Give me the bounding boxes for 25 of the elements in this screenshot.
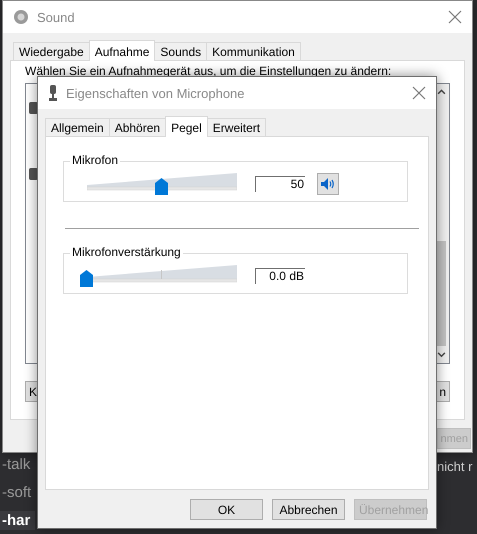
instruction-text: Wählen Sie ein Aufnahmegerät aus, um die Einstellungen zu ändern: (25, 64, 392, 78)
group-label: Mikrofonverstärkung (70, 245, 183, 259)
close-icon[interactable] (412, 86, 426, 100)
mute-button[interactable] (317, 172, 339, 194)
tab[interactable]: Kommunikation (206, 42, 301, 60)
tab[interactable]: Pegel (165, 116, 208, 137)
tab[interactable]: Allgemein (45, 118, 110, 136)
tab[interactable]: Wiedergabe (13, 42, 90, 60)
slider-thumb[interactable] (80, 270, 93, 286)
tab[interactable]: Aufnahme (88, 40, 156, 61)
dialog-title: Eigenschaften von Microphone (66, 86, 246, 100)
level-field[interactable]: 50 (255, 176, 305, 192)
sidebar-item[interactable]: -har (0, 511, 36, 530)
dialog-button[interactable]: OK (190, 499, 263, 520)
sidebar-item[interactable]: -talk (0, 455, 36, 474)
post-text: nicht r (437, 459, 472, 474)
microphone-icon (48, 85, 58, 101)
close-icon[interactable] (448, 10, 462, 24)
slider-thumb[interactable] (155, 178, 168, 194)
dialog-button[interactable]: Abbrechen (272, 499, 345, 520)
level-field[interactable]: 0.0 dB (255, 268, 305, 284)
group-label: Mikrofon (70, 153, 120, 167)
tab[interactable]: Erweitert (206, 118, 266, 136)
sidebar-item[interactable]: -soft (0, 483, 36, 502)
window-title: Sound (37, 10, 76, 24)
